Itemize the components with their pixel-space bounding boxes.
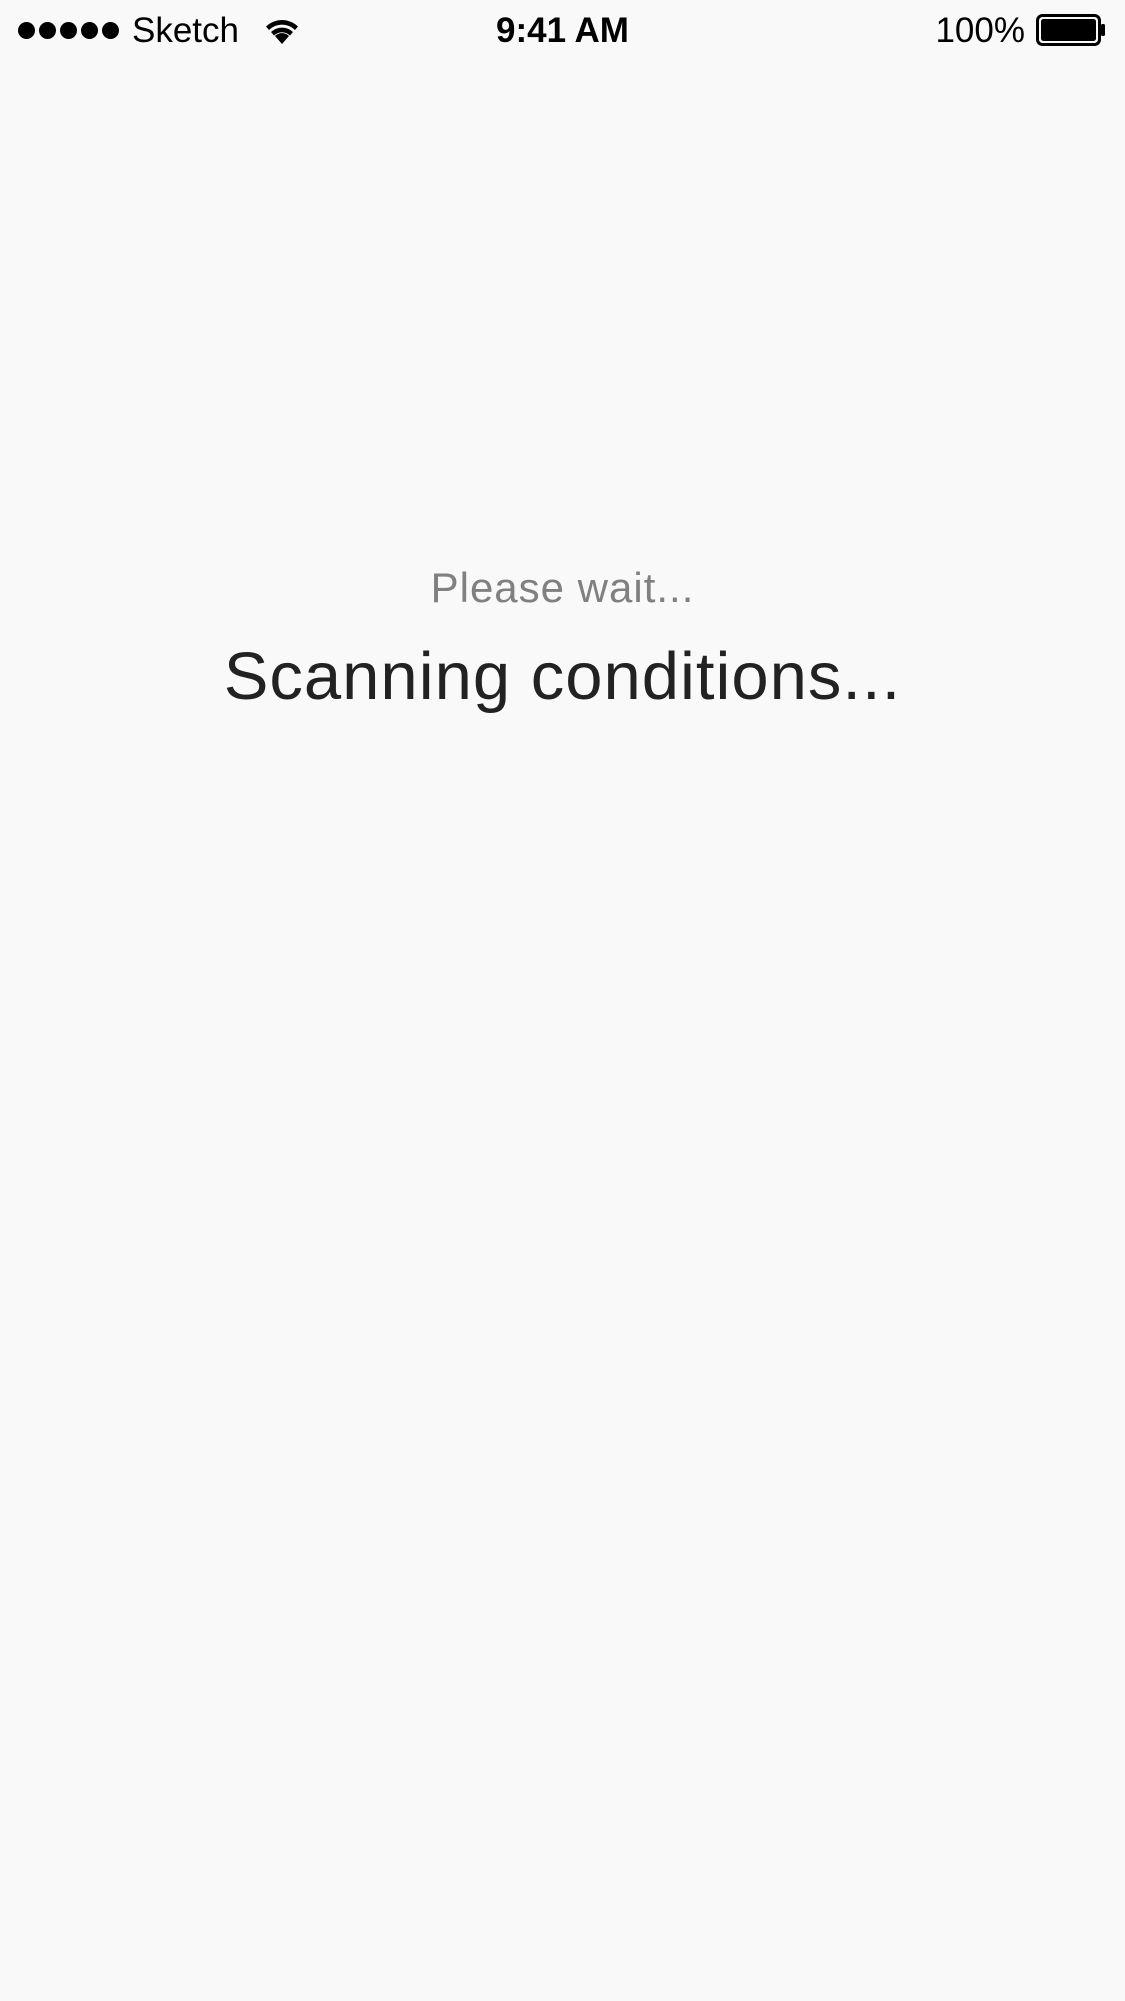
status-bar: Sketch 9:41 AM 100%	[0, 0, 1125, 62]
loading-subtitle: Please wait...	[430, 564, 695, 611]
battery-icon	[1036, 14, 1105, 46]
battery-fill	[1041, 19, 1096, 41]
loading-title: Scanning conditions...	[223, 639, 902, 714]
battery-percentage: 100%	[935, 11, 1025, 50]
